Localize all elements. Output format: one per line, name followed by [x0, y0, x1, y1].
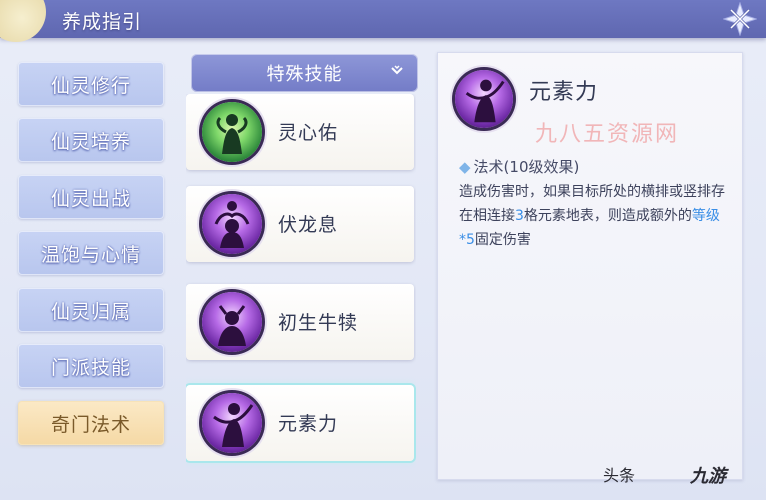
skill-name: 初生牛犊	[278, 312, 359, 334]
footer-source-text: 头条	[603, 466, 636, 485]
nav-item-spirit-cultivation[interactable]: 仙灵培养	[18, 118, 164, 162]
nav-item-spirit-training[interactable]: 仙灵修行	[18, 62, 164, 106]
effect-title: ◆ 法术(10级效果)	[459, 156, 579, 177]
skill-name: 伏龙息	[278, 214, 339, 236]
close-button[interactable]	[720, 2, 760, 36]
close-icon	[723, 2, 757, 36]
skill-card[interactable]: 灵心佑	[186, 94, 414, 170]
nav-item-label: 仙灵培养	[50, 130, 131, 153]
nav-item-label: 温饱与心情	[40, 243, 141, 266]
desc-text: 格元素地表，则造成额外的	[523, 208, 692, 224]
nav-item-mystic-spells[interactable]: 奇门法术	[18, 401, 164, 445]
chevron-down-icon	[391, 65, 403, 75]
watermark-text: 九八五资源网	[535, 122, 680, 147]
effect-title-text: 法术(10级效果)	[473, 158, 580, 176]
desc-highlight: 3	[515, 208, 524, 224]
desc-text: 固定伤害	[474, 232, 531, 248]
nav-item-label: 仙灵修行	[50, 74, 131, 97]
nav-item-spirit-battle[interactable]: 仙灵出战	[18, 175, 164, 219]
spirit-heart-icon	[202, 102, 262, 162]
skill-detail-panel: 元素力 九八五资源网 ◆ 法术(10级效果) 造成伤害时，如果目标所处的横排或竖排…	[437, 52, 743, 480]
element-power-icon	[202, 393, 262, 453]
nav-item-label: 仙灵出战	[50, 187, 131, 210]
skill-list: 灵心佑 伏龙息 初生牛犊 元素力	[186, 94, 416, 500]
skill-card-selected[interactable]: 元素力	[186, 385, 414, 461]
window-title: 养成指引	[62, 11, 143, 33]
skill-category-label: 特殊技能	[266, 64, 343, 85]
nav-item-satiety-mood[interactable]: 温饱与心情	[18, 231, 164, 275]
nav-item-spirit-affiliation[interactable]: 仙灵归属	[18, 288, 164, 332]
skill-card[interactable]: 初生牛犊	[186, 284, 414, 360]
skill-category-dropdown[interactable]: 特殊技能	[191, 54, 418, 92]
skill-card[interactable]: 伏龙息	[186, 186, 414, 262]
window-header: 养成指引	[0, 0, 766, 42]
nav-item-label: 仙灵归属	[50, 300, 131, 323]
skill-name: 元素力	[278, 413, 339, 435]
newborn-calf-icon	[202, 292, 262, 352]
bullet-icon: ◆	[459, 158, 471, 176]
detail-skill-name: 元素力	[529, 80, 599, 105]
element-power-icon	[455, 70, 513, 128]
footer-logo: 九游	[690, 466, 726, 487]
effect-description: 造成伤害时，如果目标所处的横排或竖排存在相连接3格元素地表，则造成额外的等级*5…	[459, 180, 735, 252]
moon-decoration	[0, 0, 46, 42]
dragon-breath-icon	[202, 194, 262, 254]
nav-item-sect-skills[interactable]: 门派技能	[18, 344, 164, 388]
skill-name: 灵心佑	[278, 122, 339, 144]
nav-item-label: 奇门法术	[50, 413, 131, 436]
nav-item-label: 门派技能	[50, 356, 131, 379]
